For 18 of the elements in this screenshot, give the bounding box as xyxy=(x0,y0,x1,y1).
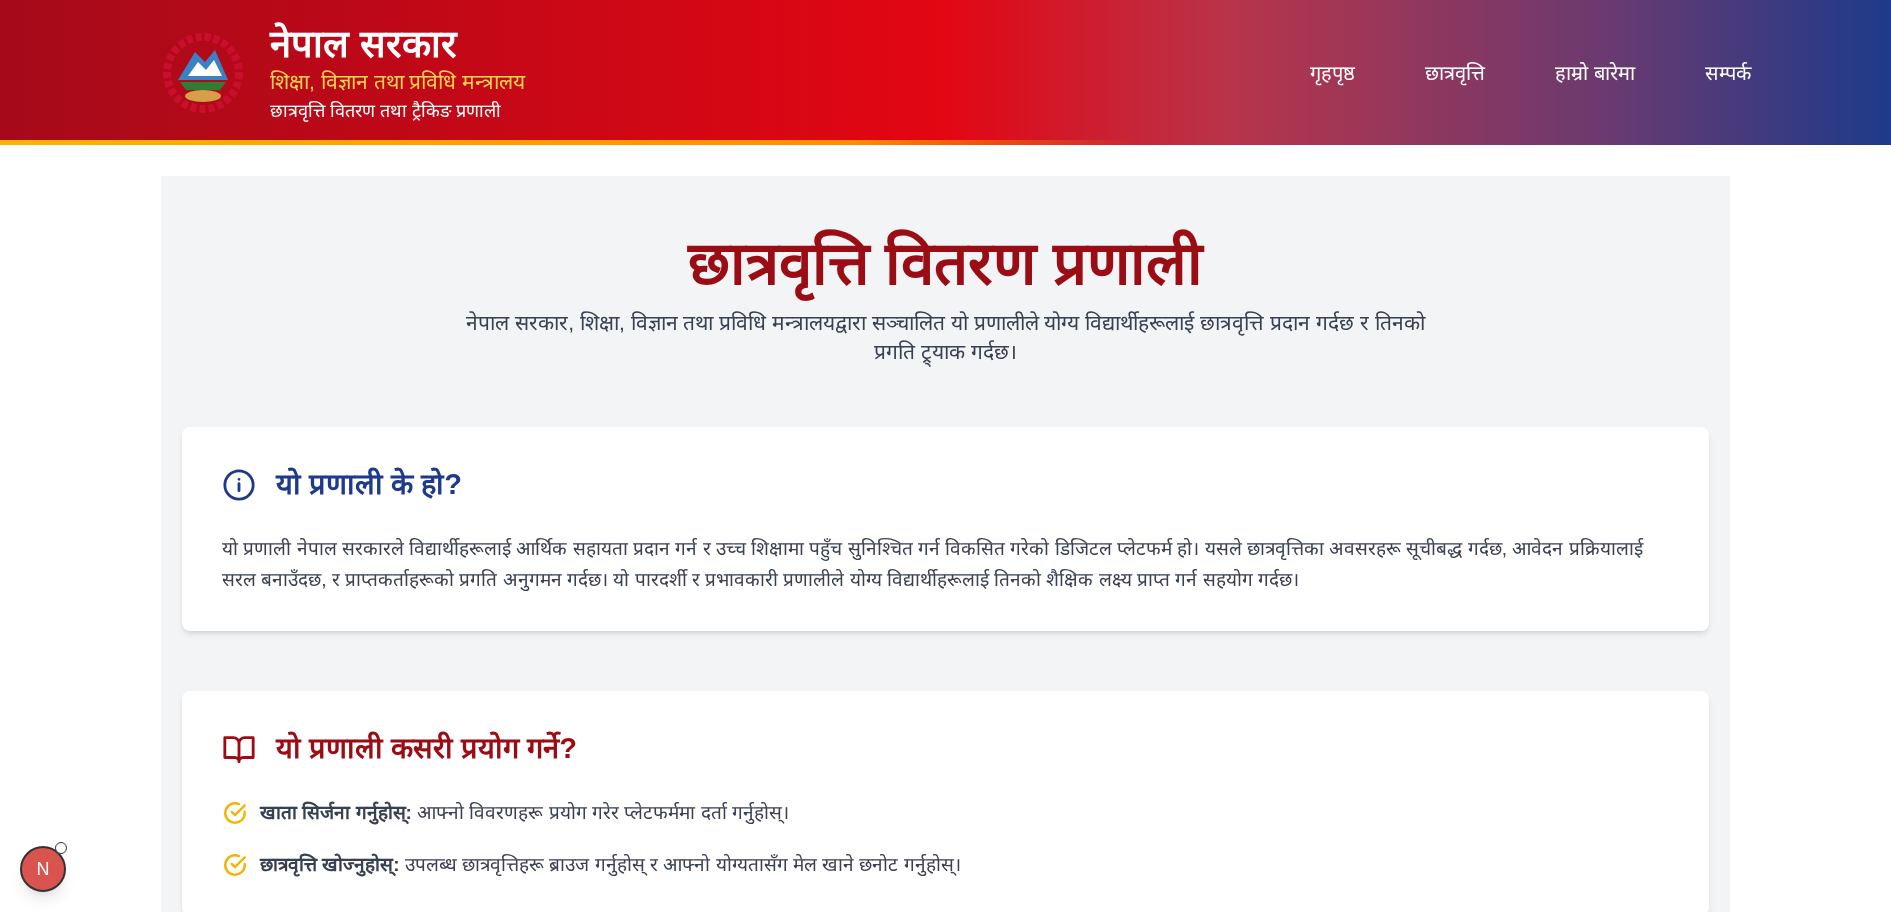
check-circle-icon xyxy=(222,799,248,826)
section-heading: यो प्रणाली के हो? xyxy=(276,466,462,502)
page-heading: छात्रवृत्ति वितरण प्रणाली xyxy=(182,226,1709,301)
nav-link[interactable]: हाम्रो बारेमा xyxy=(1555,57,1635,88)
section-heading: यो प्रणाली कसरी प्रयोग गर्ने? xyxy=(276,730,577,767)
system-name: छात्रवृत्ति वितरण तथा ट्रैकिङ प्रणाली xyxy=(270,100,502,124)
info-icon xyxy=(222,467,256,502)
nav-link[interactable]: छात्रवृत्ति xyxy=(1425,57,1486,88)
step-text: खाता सिर्जना गर्नुहोस्: आफ्नो विवरणहरू प्रयोग गरेर प्लेटफर्ममा दर्ता गर्नुहोस्। xyxy=(260,800,789,827)
ministry-name: शिक्षा, विज्ञान तथा प्रविधि मन्त्रालय xyxy=(270,68,526,95)
nav-link[interactable]: सम्पर्क xyxy=(1705,57,1751,88)
section-paragraph: यो प्रणाली नेपाल सरकारले विद्यार्थीहरूलाई आर्थिक सहायता प्रदान गर्न र उच्च शिक्षामा पहुँच सुनिश्चित गर्न विकसित गरेको डिजिटल प्लेटफर्म हो। यसले छात्रवृत्तिका अवसरहरू सूचीबद्ध गर्दछ, आवेदन प्रक्रियालाई सरल बनाउँदछ, र प्राप्तकर्ताहरूको प्रगति अनुगमन गर्दछ। यो पारदर्शी र प्रभावकारी प्रणालीले योग्य विद्यार्थीहरूलाई तिनको शैक्षिक लक्ष्य प्राप्त गर्न सहयोग गर्दछ। xyxy=(222,537,1645,593)
nav-link[interactable]: गृहपृष्ठ xyxy=(1310,57,1356,88)
dev-indicator-button[interactable]: N xyxy=(20,846,66,892)
site-title: नेपाल सरकार xyxy=(270,21,459,68)
page-description: नेपाल सरकार, शिक्षा, विज्ञान तथा प्रविधि मन्त्रालयद्वारा सञ्चालित यो प्रणालीले योग्य विद्यार्थीहरूलाई छात्रवृत्ति प्रदान गर्दछ र तिनको प्रगति ट्र्याक गर्दछ। xyxy=(455,309,1436,367)
step-text: छात्रवृत्ति खोज्नुहोस्: उपलब्ध छात्रवृत्तिहरू ब्राउज गर्नुहोस् र आफ्नो योग्यतासँग मेल खाने छनोट गर्नुहोस्। xyxy=(260,852,961,879)
check-circle-icon xyxy=(222,852,248,879)
